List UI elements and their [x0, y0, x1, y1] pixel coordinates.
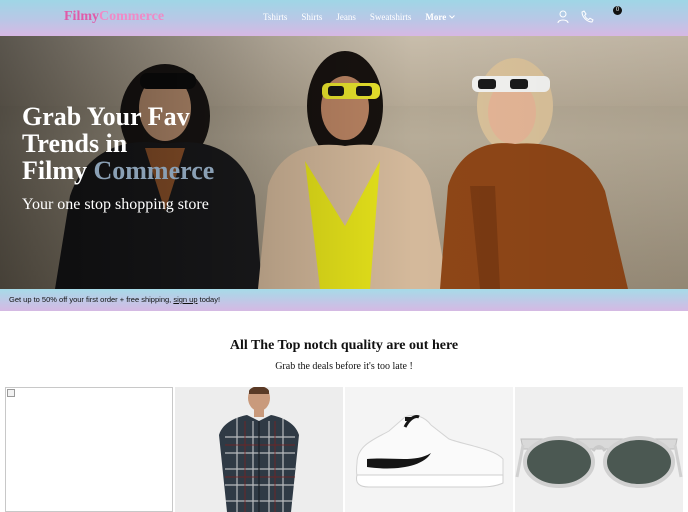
- hero-title-word: Filmy: [22, 156, 87, 185]
- promo-text: Get up to 50% off your first order + fre…: [9, 295, 172, 304]
- navbar: FilmyCommerce Tshirts Shirts Jeans Sweat…: [0, 0, 688, 36]
- chevron-down-icon: [449, 15, 456, 19]
- nav-link-shirts[interactable]: Shirts: [301, 12, 322, 22]
- nav-link-tshirts[interactable]: Tshirts: [263, 12, 287, 22]
- product-card-sunglasses[interactable]: [515, 387, 683, 512]
- hero-title-accent: Commerce: [93, 156, 215, 185]
- brand-name-part2: Commerce: [99, 9, 165, 24]
- hero-title: Grab Your Fav Trends in Filmy Commerce: [22, 103, 262, 184]
- hero-title-line1: Grab Your Fav: [22, 102, 190, 131]
- user-icon[interactable]: [557, 10, 571, 24]
- nav-icons: 0: [557, 6, 623, 24]
- white-sneaker-image: [345, 387, 513, 512]
- hero-subtitle: Your one stop shopping store: [22, 196, 209, 213]
- nav-link-jeans[interactable]: Jeans: [336, 12, 356, 22]
- product-grid: [5, 387, 683, 512]
- brand-logo[interactable]: FilmyCommerce: [64, 9, 164, 25]
- sunglasses-image: [515, 387, 683, 512]
- product-card-broken-image[interactable]: [5, 387, 173, 512]
- section-title: All The Top notch quality are out here: [229, 338, 459, 353]
- cart-icon[interactable]: 0: [609, 6, 623, 24]
- brand-name-part1: Filmy: [64, 9, 99, 24]
- nav-more-label: More: [425, 12, 447, 22]
- section-subtitle: Grab the deals before it's too late !: [275, 361, 413, 372]
- hero-title-line2: Trends in: [22, 129, 128, 158]
- checked-shirt-image: [219, 387, 299, 512]
- nav-link-sweatshirts[interactable]: Sweatshirts: [370, 12, 412, 22]
- broken-image-icon: [7, 389, 15, 397]
- promo-bar: Get up to 50% off your first order + fre…: [0, 289, 688, 311]
- nav-more-dropdown[interactable]: More: [425, 12, 456, 22]
- cart-count-badge: 0: [613, 6, 622, 15]
- nav-links: Tshirts Shirts Jeans Sweatshirts More: [263, 12, 456, 22]
- signup-link[interactable]: sign up: [173, 295, 197, 304]
- product-card-sneaker[interactable]: [345, 387, 513, 512]
- hero-banner: Grab Your Fav Trends in Filmy Commerce Y…: [0, 36, 688, 289]
- hero-title-line3: Filmy Commerce: [22, 157, 262, 184]
- product-card-shirt[interactable]: [175, 387, 343, 512]
- promo-text-after: today!: [199, 295, 221, 304]
- phone-icon[interactable]: [581, 10, 595, 24]
